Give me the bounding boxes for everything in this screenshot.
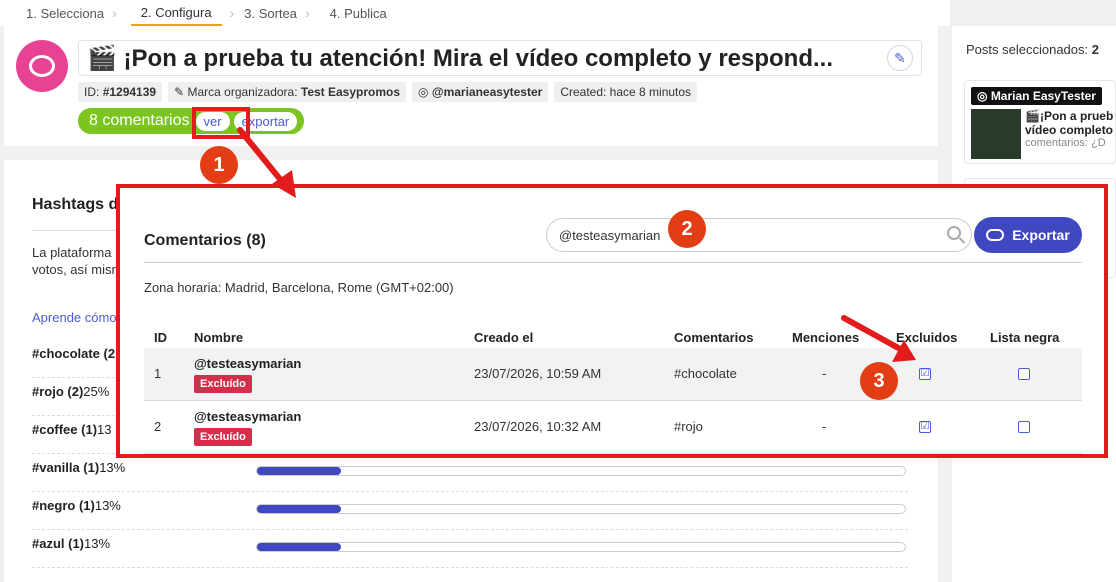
- arrow-line-1: [237, 127, 287, 187]
- step-marker-1: 1: [200, 146, 238, 184]
- step-marker-2: 2: [668, 210, 706, 248]
- arrow-line-3: [841, 315, 905, 353]
- step-marker-3: 3: [860, 362, 898, 400]
- annotation-arrows: [237, 127, 916, 362]
